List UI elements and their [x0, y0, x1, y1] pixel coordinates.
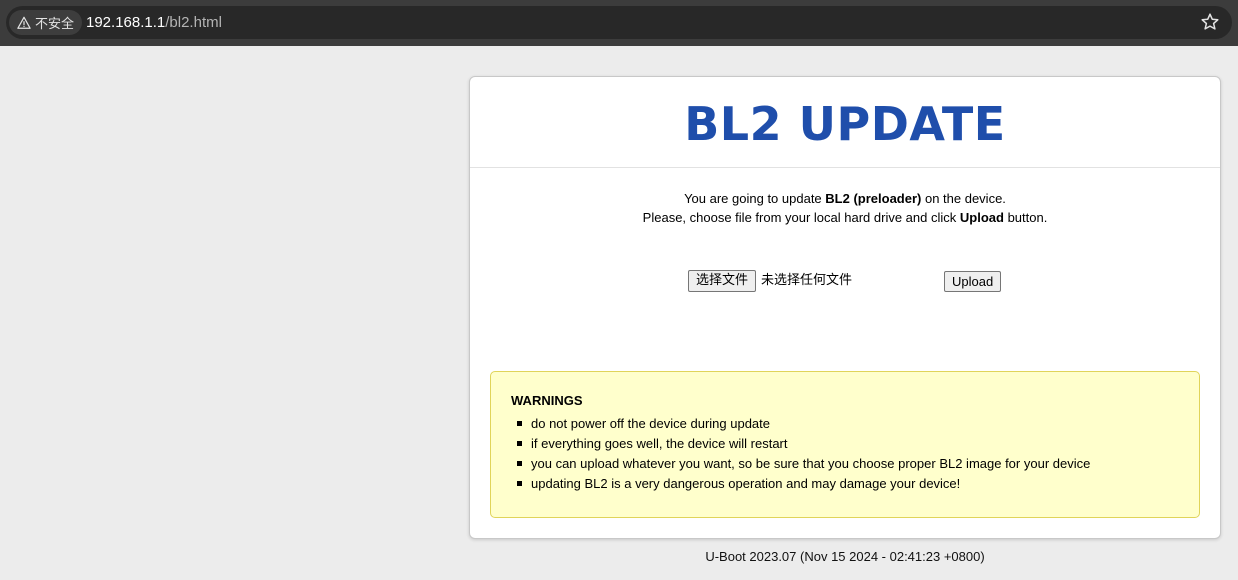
warning-triangle-icon [17, 16, 31, 29]
warnings-list: do not power off the device during updat… [511, 414, 1179, 494]
warnings-title: WARNINGS [511, 393, 583, 408]
browser-toolbar: 不安全 192.168.1.1/bl2.html [0, 0, 1238, 46]
choose-file-button[interactable]: 选择文件 [688, 270, 757, 292]
page-title: BL2 UPDATE [684, 97, 1006, 151]
url-text[interactable]: 192.168.1.1/bl2.html [86, 6, 222, 39]
warning-item-text: you can upload whatever you want, so be … [531, 456, 1091, 471]
intro-line-2-post: button. [1003, 210, 1048, 225]
bullet-square-icon [517, 461, 522, 466]
bullet-square-icon [517, 481, 522, 486]
warning-item: if everything goes well, the device will… [511, 434, 1179, 454]
warning-item: do not power off the device during updat… [511, 414, 1179, 434]
security-label: 不安全 [35, 17, 75, 32]
file-status-text: 未选择任何文件 [761, 273, 853, 288]
bullet-square-icon [517, 421, 522, 426]
bullet-square-icon [517, 441, 522, 446]
intro-line-2-bold: Upload [959, 210, 1004, 225]
warning-item-text: if everything goes well, the device will… [531, 436, 788, 451]
card-header: BL2 UPDATE [470, 77, 1220, 168]
url-host: 192.168.1.1 [86, 14, 166, 31]
warning-item: updating BL2 is a very dangerous operati… [511, 474, 1179, 494]
intro-line-1-pre: You are going to update [684, 191, 826, 206]
bookmark-star-icon[interactable] [1200, 12, 1220, 32]
intro-line-2-pre: Please, choose file from your local hard… [642, 210, 960, 225]
intro-line-1-post: on the device. [921, 191, 1006, 206]
upload-button[interactable]: Upload [944, 271, 1002, 292]
security-indicator[interactable]: 不安全 [9, 10, 83, 35]
intro-line-2: Please, choose file from your local hard… [470, 208, 1220, 227]
update-card: BL2 UPDATE You are going to update BL2 (… [469, 76, 1221, 539]
intro-line-1: You are going to update BL2 (preloader) … [470, 189, 1220, 208]
warnings-box: WARNINGS do not power off the device dur… [490, 371, 1200, 518]
intro-line-1-bold: BL2 (preloader) [825, 191, 922, 206]
footer-version: U-Boot 2023.07 (Nov 15 2024 - 02:41:23 +… [705, 549, 985, 564]
warning-item: you can upload whatever you want, so be … [511, 454, 1179, 474]
warning-item-text: do not power off the device during updat… [531, 416, 770, 431]
url-path: /bl2.html [165, 14, 222, 31]
warning-item-text: updating BL2 is a very dangerous operati… [531, 476, 961, 491]
intro-text: You are going to update BL2 (preloader) … [470, 189, 1220, 227]
address-bar[interactable]: 不安全 192.168.1.1/bl2.html [6, 6, 1232, 39]
upload-form: 选择文件 未选择任何文件 Upload [470, 270, 1220, 292]
